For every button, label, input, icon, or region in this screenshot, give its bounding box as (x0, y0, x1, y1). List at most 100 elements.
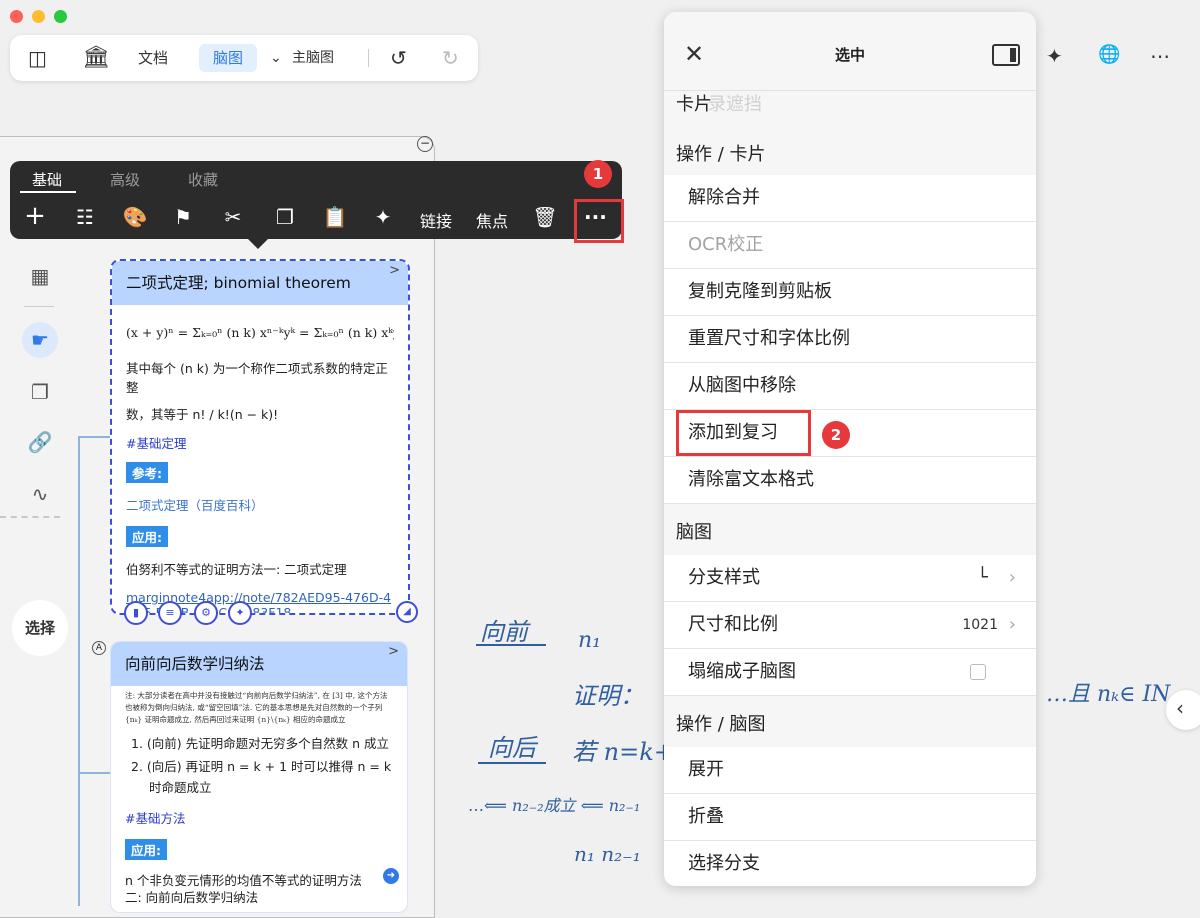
split-icon[interactable]: ⚙ (194, 601, 218, 625)
card-anchor-a-icon: A (92, 641, 106, 655)
reference-link[interactable]: 二项式定理（百度百科） (126, 495, 394, 514)
menu-item-collapse-submap[interactable]: 塌缩成子脑图 (664, 649, 1036, 696)
reference-label: 参考: (126, 462, 168, 483)
panel-title: 选中 (834, 46, 865, 64)
menu-item-label: 展开 (688, 759, 724, 780)
expand-panel-handle[interactable]: ‹ (1166, 690, 1200, 730)
tab-basic-underline (20, 191, 76, 193)
application-label: 应用: (125, 839, 167, 860)
select-button[interactable]: 选择 (12, 600, 68, 656)
main-mindmap-selector[interactable]: 主脑图 (292, 35, 334, 81)
menu-item-label: 复制克隆到剪贴板 (688, 281, 832, 302)
section-card: 卡片 (676, 94, 712, 115)
handwriting-forward: 向前 (480, 618, 528, 646)
forward-arrow (476, 644, 546, 646)
chevron-right-icon: › (1008, 614, 1016, 635)
scissors-icon[interactable]: ✂ (218, 205, 248, 229)
menu-item-label: 清除富文本格式 (688, 469, 814, 490)
handwriting-n1: n₁ (578, 628, 601, 653)
canvas-dash-line (0, 516, 60, 518)
menu-item-clear-rich-text[interactable]: 清除富文本格式 (664, 457, 1036, 504)
menu-pointer (248, 239, 268, 249)
sidebar-toggle-icon[interactable]: ◫ (28, 35, 47, 81)
docs-tab[interactable]: 文档 (138, 35, 168, 81)
menu-item-expand[interactable]: 展开 (664, 747, 1036, 794)
merge-icon[interactable]: ≡ (158, 601, 182, 625)
handwriting-n-sequence: n₁ n₂₋₁ (574, 842, 641, 866)
more-options-icon[interactable]: ⋯ (1150, 44, 1170, 68)
step-badge-1: 1 (584, 160, 612, 188)
copy-icon[interactable]: ❐ (270, 205, 300, 229)
card-forward-backward-induction[interactable]: 向前向后数学归纳法 > 注: 大部分读者在高中并没有接触过“向前向后数学归纳法”… (110, 641, 408, 913)
dock-panel-bar (1010, 48, 1016, 62)
trash-icon[interactable]: 🗑 (530, 205, 560, 229)
menu-item-label: 折叠 (688, 806, 724, 827)
add-icon[interactable]: + (20, 201, 50, 231)
mindmap-tab[interactable]: 脑图 (199, 44, 258, 72)
menu-item-label: 解除合并 (688, 187, 760, 208)
backward-arrow (478, 762, 546, 764)
menu-item-unmerge[interactable]: 解除合并 (664, 175, 1036, 222)
tag-icon[interactable]: ⚑ (168, 205, 198, 229)
dock-panel-icon[interactable] (992, 44, 1020, 66)
chevron-down-icon[interactable]: ⌄ (270, 35, 282, 81)
paste-icon[interactable]: 📋 (320, 205, 350, 229)
panel-header: ✕ 选中 (664, 12, 1036, 91)
tab-advanced[interactable]: 高级 (110, 169, 140, 190)
chevron-right-icon: › (1008, 567, 1016, 588)
link-button[interactable]: 链接 (420, 208, 452, 232)
section-ops-mindmap: 操作 / 脑图 (676, 714, 766, 735)
menu-item-size-ratio[interactable]: 尺寸和比例 1021 › (664, 602, 1036, 649)
comment-icon[interactable]: ▮ (124, 601, 148, 625)
menu-item-copy-clone[interactable]: 复制克隆到剪贴板 (664, 269, 1036, 316)
card-binomial-theorem[interactable]: 二项式定理; binomial theorem > (x + y)ⁿ = Σₖ₌… (110, 259, 410, 615)
ai-sparkle-icon[interactable]: ✦ (1046, 44, 1063, 68)
handwriting-proof: 证明： (572, 682, 644, 710)
menu-item-label: OCR校正 (688, 234, 764, 255)
library-icon[interactable]: 🏛 (82, 35, 110, 81)
redo-icon[interactable]: ↻ (442, 35, 459, 81)
menu-item-label: 从脑图中移除 (688, 375, 796, 396)
go-link-icon[interactable]: ➜ (383, 868, 399, 884)
menu-item-select-branch[interactable]: 选择分支 (664, 841, 1036, 886)
ai-card-icon[interactable]: ✦ (228, 601, 252, 625)
branch-style-icon: └ (977, 567, 988, 588)
card-action-menu: 基础 高级 收藏 + ☷ 🎨 ⚑ ✂ ❐ 📋 ✦ 链接 焦点 🗑 ··· (10, 161, 622, 239)
menu-item-reset-size[interactable]: 重置尺寸和字体比例 (664, 316, 1036, 363)
copy-cards-icon[interactable]: ❐ (22, 374, 58, 410)
undo-icon[interactable]: ↺ (390, 35, 407, 81)
palette-icon[interactable]: 🎨 (120, 205, 150, 229)
focus-button[interactable]: 焦点 (476, 208, 508, 232)
web-help-icon[interactable]: 🌐 (1098, 44, 1120, 65)
close-window-button[interactable] (10, 10, 23, 23)
collapse-submap-checkbox[interactable] (970, 664, 986, 680)
layout-icon[interactable]: ▦ (22, 258, 58, 294)
menu-item-fold[interactable]: 折叠 (664, 794, 1036, 841)
menu-item-remove-from-mindmap[interactable]: 从脑图中移除 (664, 363, 1036, 410)
ai-magic-icon[interactable]: ✦ (368, 205, 398, 229)
card-title: 向前向后数学归纳法 (111, 642, 407, 686)
tag-basic-method[interactable]: #基础方法 (125, 808, 393, 827)
description-line-1: 其中每个 (n k) 为一个称作二项式系数的特定正整 (126, 361, 388, 395)
link-icon[interactable]: 🔗 (22, 424, 58, 460)
application-text: n 个非负变元情形的均值不等式的证明方法二: 向前向后数学归纳法 (125, 873, 362, 905)
tab-basic[interactable]: 基础 (32, 169, 62, 190)
tag-basic-theorem[interactable]: #基础定理 (126, 433, 394, 452)
tab-favorites[interactable]: 收藏 (188, 169, 218, 190)
edit-card-icon[interactable]: ☷ (70, 205, 100, 229)
zoom-window-button[interactable] (54, 10, 67, 23)
menu-item-label: 重置尺寸和字体比例 (688, 328, 850, 349)
handwriting-and: …且 nₖ∈ IN (1046, 682, 1171, 707)
minimize-window-button[interactable] (32, 10, 45, 23)
menu-item-branch-style[interactable]: 分支样式 └ › (664, 555, 1036, 602)
ghost-text: 录遮挡 (708, 94, 762, 115)
highlight-more-button (574, 199, 624, 243)
card-expand-icon[interactable]: > (389, 263, 400, 278)
pointer-hand-icon[interactable]: ☛ (22, 322, 58, 358)
collapse-frame-icon[interactable]: − (417, 136, 433, 152)
resize-handle-icon[interactable]: ◢ (396, 601, 418, 623)
card-expand-icon[interactable]: > (388, 644, 399, 659)
freehand-icon[interactable]: ∿ (22, 476, 58, 512)
menu-item-label: 塌缩成子脑图 (688, 661, 796, 682)
section-ops-card: 操作 / 卡片 (676, 144, 766, 165)
